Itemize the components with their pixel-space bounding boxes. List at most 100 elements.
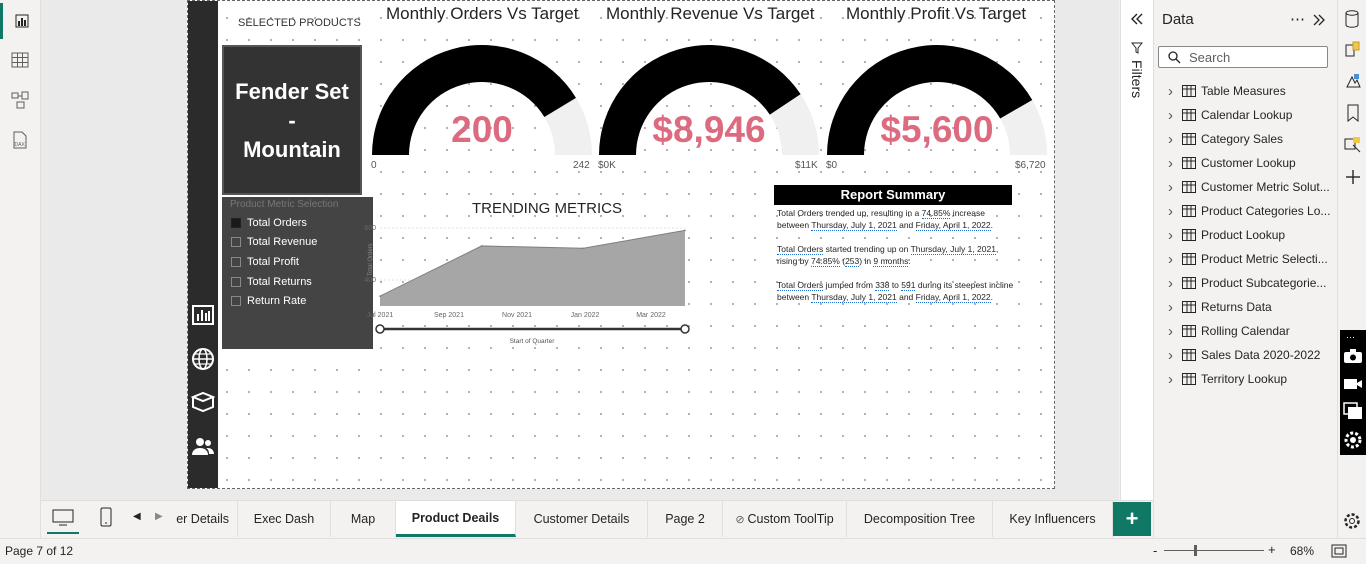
expand-chevron-icon[interactable]: › [1168, 371, 1180, 388]
date-slider-start-handle[interactable] [375, 324, 385, 334]
video-icon[interactable] [1343, 376, 1363, 392]
tab-label: Key Influencers [1009, 512, 1096, 526]
checkbox[interactable] [231, 257, 241, 267]
pane-settings-gear-icon[interactable] [1342, 511, 1362, 531]
data-table-item[interactable]: › Territory Lookup [1168, 369, 1287, 389]
date-slider-end-handle[interactable] [680, 324, 690, 334]
visualizations-pane-icon[interactable] [1344, 72, 1362, 90]
data-table-item[interactable]: › Table Measures [1168, 81, 1286, 101]
toolbar-more-icon[interactable]: ⋯ [1346, 332, 1355, 343]
table-name: Calendar Lookup [1201, 108, 1293, 122]
table-view-icon[interactable] [0, 42, 40, 78]
data-table-item[interactable]: › Returns Data [1168, 297, 1272, 317]
data-table-item[interactable]: › Product Metric Selecti... [1168, 249, 1328, 269]
data-table-item[interactable]: › Product Subcategorie... [1168, 273, 1326, 293]
table-name: Table Measures [1201, 84, 1286, 98]
data-table-item[interactable]: › Category Sales [1168, 129, 1283, 149]
data-pane-cylinder-icon[interactable] [1344, 10, 1360, 28]
data-table-item[interactable]: › Calendar Lookup [1168, 105, 1292, 125]
filters-pane-collapsed[interactable]: Filters [1120, 0, 1153, 538]
add-pane-plus-icon[interactable] [1344, 168, 1362, 186]
data-point [684, 229, 686, 232]
page-tab[interactable]: Customer Details [516, 501, 648, 537]
page-tab[interactable]: ⊘ Custom ToolTip [723, 501, 847, 537]
search-input[interactable]: Search [1158, 46, 1328, 68]
zoom-slider-track[interactable] [1164, 550, 1264, 551]
globe-nav-icon[interactable] [191, 347, 215, 371]
checkbox[interactable] [231, 296, 241, 306]
page-tab[interactable]: Exec Dash [238, 501, 331, 537]
tabs-scroll-right-icon[interactable]: ▶ [155, 511, 163, 522]
metric-option-total-revenue[interactable]: Total Revenue [231, 233, 317, 251]
page-tab[interactable]: Map [331, 501, 396, 537]
metric-slicer-title: Product Metric Selection [230, 199, 339, 210]
data-table-item[interactable]: › Customer Lookup [1168, 153, 1296, 173]
fit-to-page-icon[interactable] [1331, 544, 1347, 558]
page-tab[interactable]: Key Influencers [993, 501, 1113, 537]
customers-nav-icon[interactable] [191, 434, 215, 458]
table-icon [1182, 229, 1196, 241]
collapse-pane-icon[interactable] [1312, 13, 1326, 27]
expand-chevron-icon[interactable]: › [1168, 347, 1180, 364]
expand-chevron-icon[interactable]: › [1168, 179, 1180, 196]
trending-metrics-chart[interactable]: 400 600 Jul 2021 Sep 2021 Nov 2021 Jan 2022 Ma… [358, 216, 718, 346]
box-nav-icon[interactable] [191, 390, 215, 414]
page-tab[interactable]: Page 2 [648, 501, 723, 537]
desktop-layout-icon[interactable] [52, 509, 74, 527]
data-table-item[interactable]: › Sales Data 2020-2022 [1168, 345, 1320, 365]
selected-product-name: Fender Set - Mountain [235, 78, 349, 162]
page-tab[interactable]: Product Deails [396, 501, 516, 537]
expand-chevrons-icon[interactable] [1130, 12, 1144, 26]
checkbox-checked[interactable] [231, 218, 241, 228]
summary-paragraph-3: Total Orders jumped from 338 to 591 duri… [777, 280, 1014, 303]
expand-chevron-icon[interactable]: › [1168, 227, 1180, 244]
camera-icon[interactable] [1343, 348, 1363, 364]
dax-query-view-icon[interactable]: DAX [0, 122, 40, 158]
metric-option-total-returns[interactable]: Total Returns [231, 273, 312, 291]
expand-chevron-icon[interactable]: › [1168, 323, 1180, 340]
page-tab[interactable]: Decomposition Tree [847, 501, 993, 537]
report-canvas: SELECTED PRODUCTS Fender Set - Mountain … [41, 0, 1119, 500]
settings-gear-icon[interactable] [1343, 430, 1363, 450]
checkbox[interactable] [231, 237, 241, 247]
zoom-slider-thumb[interactable] [1194, 545, 1197, 556]
zoom-out-button[interactable]: - [1153, 543, 1157, 558]
profit-gauge-min: $0 [826, 160, 838, 171]
data-pane-title: Data [1162, 11, 1194, 28]
model-view-icon[interactable] [0, 82, 40, 118]
x-tick-label: Nov 2021 [502, 312, 532, 319]
expand-chevron-icon[interactable]: › [1168, 155, 1180, 172]
data-table-item[interactable]: › Product Lookup [1168, 225, 1285, 245]
report-view-icon[interactable] [0, 3, 40, 39]
hidden-page-icon: ⊘ [735, 513, 745, 526]
expand-chevron-icon[interactable]: › [1168, 107, 1180, 124]
selection-pane-icon[interactable] [1343, 135, 1363, 155]
data-table-item[interactable]: › Customer Metric Solut... [1168, 177, 1330, 197]
x-tick-label: Jul 2021 [367, 312, 394, 319]
checkbox[interactable] [231, 277, 241, 287]
add-page-button[interactable]: + [1113, 502, 1151, 536]
metric-option-total-orders[interactable]: Total Orders [231, 214, 307, 232]
zoom-in-button[interactable]: + [1268, 542, 1276, 557]
bar-chart-nav-icon[interactable] [191, 303, 215, 327]
mobile-layout-icon[interactable] [100, 507, 112, 527]
expand-chevron-icon[interactable]: › [1168, 251, 1180, 268]
data-table-item[interactable]: › Rolling Calendar [1168, 321, 1290, 341]
metric-option-total-profit[interactable]: Total Profit [231, 253, 299, 271]
expand-chevron-icon[interactable]: › [1168, 203, 1180, 220]
more-options-icon[interactable]: ⋯ [1290, 10, 1305, 28]
page-tab[interactable]: er Details [168, 501, 238, 537]
expand-chevron-icon[interactable]: › [1168, 299, 1180, 316]
screen-share-icon[interactable] [1343, 402, 1363, 420]
report-page: SELECTED PRODUCTS Fender Set - Mountain … [187, 0, 1055, 489]
summary-paragraph-1: Total Orders trended up, resulting in a … [777, 208, 993, 231]
metric-option-return-rate[interactable]: Return Rate [231, 292, 306, 310]
bookmark-icon[interactable] [1346, 104, 1360, 122]
expand-chevron-icon[interactable]: › [1168, 131, 1180, 148]
expand-chevron-icon[interactable]: › [1168, 83, 1180, 100]
tabs-scroll-left-icon[interactable]: ◀ [133, 511, 141, 522]
expand-chevron-icon[interactable]: › [1168, 275, 1180, 292]
data-table-item[interactable]: › Product Categories Lo... [1168, 201, 1330, 221]
format-pane-icon[interactable] [1344, 40, 1362, 58]
calculator-icon [1182, 85, 1196, 97]
